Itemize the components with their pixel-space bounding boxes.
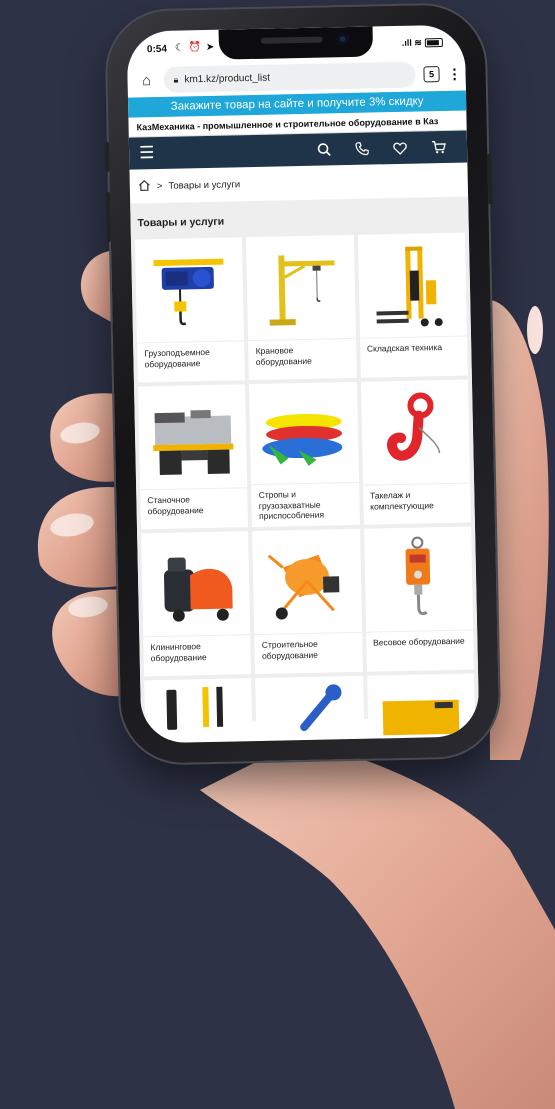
product-card[interactable]: Грузоподъемное оборудование (134, 237, 246, 383)
product-label: Клининговое оборудование (150, 641, 207, 663)
breadcrumb-current: Товары и услуги (168, 178, 241, 192)
menu-icon[interactable]: ☰ (139, 143, 155, 163)
url-field[interactable]: 🔒︎ km1.kz/product_list (163, 61, 416, 93)
home-icon[interactable]: ⌂ (137, 72, 155, 89)
product-card[interactable]: Строительное оборудование (252, 528, 363, 675)
browser-menu-icon[interactable]: ⋮ (447, 65, 461, 82)
product-label: Складская техника (366, 342, 443, 354)
product-card[interactable]: Стропы и грузозахватные приспособления (249, 381, 360, 528)
product-card[interactable]: Клининговое оборудование (141, 531, 252, 677)
product-card[interactable] (144, 678, 253, 741)
wrench-icon (255, 676, 364, 738)
status-icons: ☾ ⏰ ➤ (174, 41, 216, 54)
breadcrumb-separator: > (156, 180, 163, 192)
hook-icon (360, 379, 471, 486)
phone-icon[interactable] (343, 141, 381, 156)
url-text: km1.kz/product_list (184, 72, 271, 85)
crane-icon (246, 234, 356, 342)
heart-icon[interactable] (381, 141, 419, 155)
product-card[interactable] (366, 673, 476, 736)
hoist-icon (134, 237, 245, 344)
product-label: Крановое оборудование (255, 345, 312, 367)
breadcrumb-home-icon[interactable] (138, 179, 151, 194)
product-label: Стропы и грузозахватные приспособления (258, 489, 325, 522)
product-label: Станочное оборудование (147, 494, 204, 516)
phone-frame: 0:54 ☾ ⏰ ➤ .ıll ≋ ⌂ 🔒︎ km1.kz/product_li… (104, 4, 500, 764)
mixer-icon (252, 528, 362, 636)
lock-icon: 🔒︎ (173, 74, 179, 85)
product-label: Строительное оборудование (261, 638, 319, 661)
battery-icon (424, 38, 443, 48)
product-card[interactable]: Станочное оборудование (138, 384, 249, 530)
signal-wifi-icon: .ıll ≋ (402, 37, 443, 49)
lathe-icon (138, 384, 248, 491)
tools-icon (144, 678, 253, 740)
scrubber-icon (141, 531, 251, 638)
phone-screen: 0:54 ☾ ⏰ ➤ .ıll ≋ ⌂ 🔒︎ km1.kz/product_li… (126, 24, 480, 744)
cart-icon[interactable] (419, 140, 457, 155)
product-label: Грузоподъемное оборудование (144, 346, 210, 369)
product-card[interactable]: Складская техника (357, 232, 468, 378)
stacker-icon (357, 232, 468, 339)
slings-icon (249, 381, 359, 486)
product-grid: Грузоподъемное оборудование Крановое обо… (134, 232, 476, 741)
notch (218, 26, 374, 60)
search-icon[interactable] (305, 142, 343, 157)
product-card[interactable]: Весовое оборудование (363, 526, 475, 672)
status-time: 0:54 (146, 43, 168, 56)
scale-icon (363, 526, 474, 633)
product-section: Товары и услуги Грузоподъемное оборудова… (130, 196, 479, 741)
product-card[interactable]: Крановое оборудование (246, 234, 357, 381)
product-label: Весовое оборудование (372, 635, 465, 648)
product-card[interactable]: Такелаж и комплектующие (360, 379, 471, 525)
product-card[interactable] (255, 675, 365, 739)
generator-icon (367, 673, 476, 736)
tabs-button[interactable]: 5 (423, 66, 440, 83)
product-label: Такелаж и комплектующие (369, 489, 434, 512)
